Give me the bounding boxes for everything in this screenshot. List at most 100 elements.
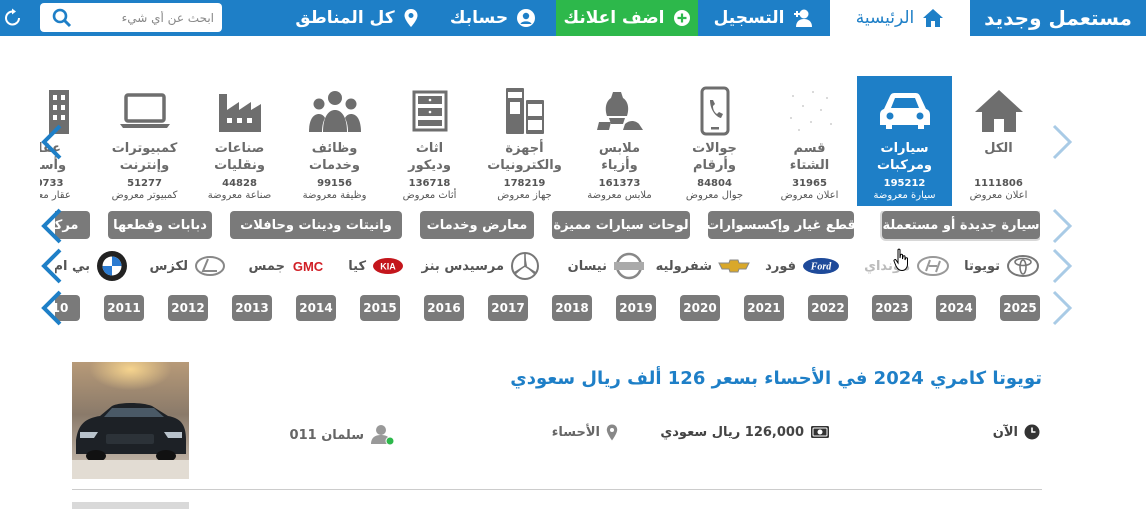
year-2011[interactable]: 2011 <box>104 295 144 321</box>
category-count: 51277 <box>127 178 162 189</box>
brand-label: جمس <box>248 258 285 274</box>
category-sub: جهاز معروض <box>497 190 552 201</box>
category-label: كمبيوترات <box>111 141 178 156</box>
search-box <box>40 3 222 32</box>
ford-logo-text: Ford <box>810 262 833 273</box>
chip-spare-parts[interactable]: قطع غيار وإكسسوارات <box>706 211 856 239</box>
category-sub: أثاث معروض <box>402 190 457 201</box>
year-2016[interactable]: 2016 <box>424 295 464 321</box>
year-2024[interactable]: 2024 <box>936 295 976 321</box>
clock-icon <box>1024 424 1040 440</box>
next-listing-thumbnail[interactable] <box>72 502 189 509</box>
add-ad-button[interactable]: اضف اعلانك <box>556 0 698 36</box>
year-2023[interactable]: 2023 <box>872 295 912 321</box>
years-next-arrow[interactable] <box>38 290 68 326</box>
search-icon <box>52 8 72 27</box>
category-label-2: وإنترنت <box>119 158 170 173</box>
user-plus-icon <box>794 9 813 27</box>
brand-toyota[interactable]: تويوتا <box>964 251 1040 281</box>
category-jobs[interactable]: وظائف وخدمات 99156 وظيفة معروضة <box>287 76 382 206</box>
refresh-icon[interactable] <box>4 8 22 28</box>
year-2018[interactable]: 2018 <box>552 295 592 321</box>
brand-gmc[interactable]: GMC جمس <box>249 251 325 281</box>
category-sub: وظيفة معروضة <box>302 190 367 201</box>
brand-mercedes[interactable]: مرسيدس بنز <box>422 251 540 281</box>
category-computers[interactable]: كمبيوترات وإنترنت 51277 كمبيوتر معروض <box>97 76 192 206</box>
listing-price-text: 126,000 ريال سعودي <box>660 424 804 440</box>
year-2015[interactable]: 2015 <box>360 295 400 321</box>
brand-lexus[interactable]: لكزس <box>150 251 226 281</box>
year-2022[interactable]: 2022 <box>808 295 848 321</box>
site-logo[interactable]: مستعمل وجديد <box>970 0 1146 36</box>
listing-card[interactable]: تويوتا كامري 2024 في الأحساء بسعر 126 أل… <box>72 362 1042 490</box>
category-count: 99156 <box>317 178 352 189</box>
category-all[interactable]: الكل 1111806 اعلان معروض <box>951 76 1046 206</box>
category-sub: اعلان معروض <box>969 190 1028 201</box>
year-2019[interactable]: 2019 <box>616 295 656 321</box>
brand-chevrolet[interactable]: شفروليه <box>656 251 750 281</box>
category-industry[interactable]: صناعات ونقليات 44828 صناعة معروضة <box>192 76 287 206</box>
people-icon <box>308 91 361 132</box>
category-clothes[interactable]: ملابس وأزياء 161373 ملابس معروضة <box>572 76 667 206</box>
category-cars[interactable]: سيارات ومركبات 195212 سيارة معروضة <box>857 76 952 206</box>
category-electronics[interactable]: أجهزة والكترونيات 178219 جهاز معروض <box>477 76 572 206</box>
brand-nissan[interactable]: نيسان <box>568 251 645 281</box>
year-2014[interactable]: 2014 <box>296 295 336 321</box>
car-photo <box>72 362 189 479</box>
brand-label: كيا <box>348 258 366 274</box>
chip-new-used-cars[interactable]: سيارة جديدة أو مستعملة <box>882 211 1040 239</box>
listing-price: 126,000 ريال سعودي <box>660 424 830 440</box>
chip-showrooms[interactable]: معارض وخدمات <box>420 211 534 239</box>
category-sub: اعلان معروض <box>780 190 839 201</box>
year-2025[interactable]: 2025 <box>1000 295 1040 321</box>
listing-location[interactable]: الأحساء <box>552 424 618 441</box>
years-prev-arrow[interactable] <box>1046 290 1076 326</box>
category-count: 1111806 <box>974 178 1023 189</box>
nav-home-label: الرئيسية <box>855 8 915 28</box>
add-ad-label: اضف اعلانك <box>563 8 665 28</box>
year-2017[interactable]: 2017 <box>488 295 528 321</box>
subcategory-chips: سيارة جديدة أو مستعملة قطع غيار وإكسسوار… <box>55 211 1040 241</box>
listing-title[interactable]: تويوتا كامري 2024 في الأحساء بسعر 126 أل… <box>510 368 1042 389</box>
brands-next-arrow[interactable] <box>38 248 68 284</box>
year-2021[interactable]: 2021 <box>744 295 784 321</box>
kia-logo-text: KIA <box>380 262 396 272</box>
categories-next-arrow[interactable] <box>38 124 68 160</box>
listing-user[interactable]: سلمان 011 <box>290 424 394 446</box>
nav-account[interactable]: حسابك <box>430 0 556 36</box>
category-sub: سيارة معروضة <box>873 190 936 201</box>
chip-plates[interactable]: لوحات سيارات مميزة <box>552 211 690 239</box>
appliance-icon <box>505 88 544 134</box>
listing-thumbnail[interactable] <box>72 362 189 479</box>
nav-home[interactable]: الرئيسية <box>830 0 970 36</box>
year-2013[interactable]: 2013 <box>232 295 272 321</box>
year-2012[interactable]: 2012 <box>168 295 208 321</box>
brands-prev-arrow[interactable] <box>1046 248 1076 284</box>
brand-label: لكزس <box>149 258 188 274</box>
car-icon <box>879 93 930 129</box>
brand-label: شفروليه <box>655 258 712 274</box>
listing-location-text: الأحساء <box>551 425 600 440</box>
chip-pickups-buses[interactable]: وانيتات ودينات وحافلات <box>230 211 402 239</box>
lexus-logo-icon <box>195 256 225 276</box>
chip-motorcycles[interactable]: دبابات وقطعها <box>108 211 212 239</box>
brand-ford[interactable]: Ford فورد <box>765 251 840 281</box>
home-icon <box>974 90 1023 132</box>
user-icon <box>371 425 394 446</box>
region-selector[interactable]: كل المناطق <box>284 0 430 36</box>
subcats-prev-arrow[interactable] <box>1046 208 1076 244</box>
brand-kia[interactable]: KIA كيا <box>348 251 404 281</box>
category-winter[interactable]: قسم الشتاء 31965 اعلان معروض <box>762 76 857 206</box>
clothes-icon <box>596 92 643 130</box>
category-phones[interactable]: جوالات وأرقام 84804 جوال معروض <box>667 76 762 206</box>
category-label-2: وديكور <box>408 158 451 173</box>
search-button[interactable] <box>42 3 82 32</box>
factory-icon <box>218 94 261 132</box>
snow-icon <box>789 91 832 131</box>
nav-register[interactable]: التسجيل <box>698 0 830 36</box>
category-furniture[interactable]: اثاث وديكور 136718 أثاث معروض <box>382 76 477 206</box>
subcats-next-arrow[interactable] <box>38 208 68 244</box>
year-2020[interactable]: 2020 <box>680 295 720 321</box>
search-input[interactable] <box>82 4 222 31</box>
brand-label: تويوتا <box>964 258 1000 274</box>
